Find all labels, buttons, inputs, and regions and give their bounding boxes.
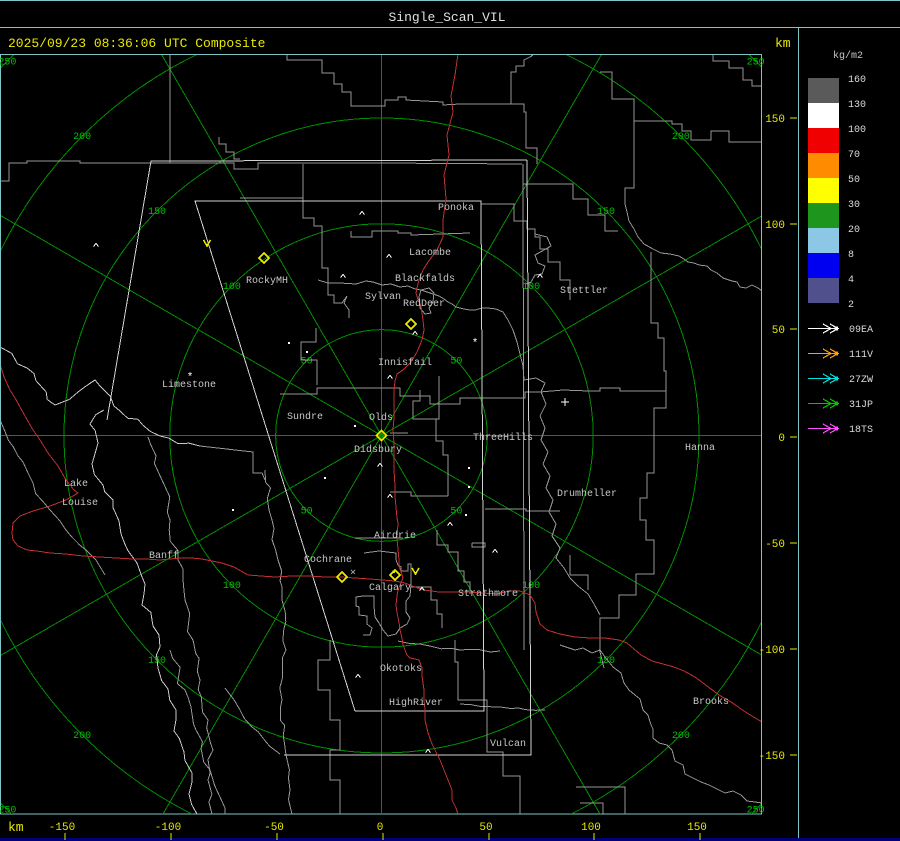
- svg-text:Drumheller: Drumheller: [557, 488, 617, 500]
- svg-text:250: 250: [0, 57, 16, 68]
- svg-text:200: 200: [73, 132, 91, 143]
- svg-text:2025/09/23 08:36:06 UTC Compos: 2025/09/23 08:36:06 UTC Composite: [8, 36, 265, 51]
- svg-text:-50: -50: [264, 822, 284, 834]
- svg-text:2: 2: [848, 300, 854, 311]
- svg-text:km: km: [8, 820, 24, 835]
- svg-text:8: 8: [848, 250, 854, 261]
- svg-text:50: 50: [479, 822, 492, 834]
- svg-text:160: 160: [848, 75, 866, 86]
- svg-text:150: 150: [765, 114, 785, 126]
- svg-text:200: 200: [73, 731, 91, 742]
- svg-text:Blackfalds: Blackfalds: [395, 273, 455, 285]
- svg-text:50: 50: [772, 325, 785, 337]
- svg-text:-100: -100: [759, 645, 785, 657]
- svg-text:250: 250: [747, 806, 765, 817]
- svg-text:Lake: Lake: [64, 478, 88, 490]
- svg-text:0: 0: [377, 822, 384, 834]
- svg-text:250: 250: [0, 806, 16, 817]
- svg-text:kg/m2: kg/m2: [833, 50, 863, 62]
- svg-text:200: 200: [672, 132, 690, 143]
- svg-text:*: *: [472, 338, 479, 350]
- svg-text:Sylvan: Sylvan: [365, 291, 401, 303]
- svg-text:-100: -100: [155, 822, 181, 834]
- svg-text:-50: -50: [765, 539, 785, 551]
- svg-text:Brooks: Brooks: [693, 696, 729, 708]
- svg-text:20: 20: [848, 225, 860, 236]
- svg-text:150: 150: [687, 822, 707, 834]
- svg-text:50: 50: [301, 506, 313, 517]
- svg-text:31JP: 31JP: [849, 400, 873, 411]
- svg-text:50: 50: [450, 357, 462, 368]
- svg-text:100: 100: [765, 220, 785, 232]
- svg-text:Limestone: Limestone: [162, 379, 216, 391]
- svg-text:100: 100: [223, 282, 241, 293]
- svg-text:50: 50: [450, 506, 462, 517]
- svg-text:RedDeer: RedDeer: [403, 298, 445, 310]
- svg-text:18TS: 18TS: [849, 425, 873, 436]
- svg-text:Sundre: Sundre: [287, 411, 323, 423]
- svg-text:100: 100: [522, 282, 540, 293]
- svg-text:70: 70: [848, 150, 860, 161]
- svg-text:50: 50: [301, 357, 313, 368]
- svg-text:km: km: [775, 36, 791, 51]
- svg-text:Airdrie: Airdrie: [374, 530, 416, 542]
- svg-text:0: 0: [778, 433, 785, 445]
- svg-text:RockyMH: RockyMH: [246, 275, 288, 287]
- svg-text:Olds: Olds: [369, 412, 393, 424]
- svg-text:ThreeHills: ThreeHills: [473, 432, 533, 444]
- svg-text:100: 100: [581, 822, 601, 834]
- svg-text:Strathmore: Strathmore: [458, 588, 518, 600]
- svg-text:Banff: Banff: [149, 550, 179, 562]
- svg-text:100: 100: [848, 125, 866, 136]
- svg-text:111V: 111V: [849, 350, 873, 361]
- svg-text:100: 100: [223, 581, 241, 592]
- svg-text:HighRiver: HighRiver: [389, 697, 443, 709]
- svg-text:4: 4: [848, 275, 854, 286]
- svg-text:-150: -150: [759, 751, 785, 763]
- svg-text:Hanna: Hanna: [685, 443, 715, 454]
- svg-text:50: 50: [848, 175, 860, 186]
- svg-text:Stettler: Stettler: [560, 285, 608, 297]
- svg-text:09EA: 09EA: [849, 325, 873, 336]
- svg-text:200: 200: [672, 731, 690, 742]
- svg-text:130: 130: [848, 100, 866, 111]
- svg-text:27ZW: 27ZW: [849, 375, 873, 386]
- svg-text:Single_Scan_VIL: Single_Scan_VIL: [388, 10, 505, 25]
- svg-text:30: 30: [848, 200, 860, 211]
- svg-text:Ponoka: Ponoka: [438, 202, 474, 214]
- svg-text:Cochrane: Cochrane: [304, 554, 352, 566]
- svg-text:Innisfail: Innisfail: [378, 357, 432, 369]
- svg-text:Didsbury: Didsbury: [354, 444, 402, 456]
- svg-text:250: 250: [747, 57, 765, 68]
- svg-text:Okotoks: Okotoks: [380, 663, 422, 675]
- svg-text:Louise: Louise: [62, 497, 98, 509]
- svg-text:150: 150: [597, 207, 615, 218]
- svg-text:Vulcan: Vulcan: [490, 738, 526, 750]
- svg-text:Calgary: Calgary: [369, 582, 411, 594]
- svg-text:-150: -150: [49, 822, 75, 834]
- svg-text:100: 100: [522, 581, 540, 592]
- svg-text:Lacombe: Lacombe: [409, 247, 451, 259]
- svg-text:150: 150: [148, 207, 166, 218]
